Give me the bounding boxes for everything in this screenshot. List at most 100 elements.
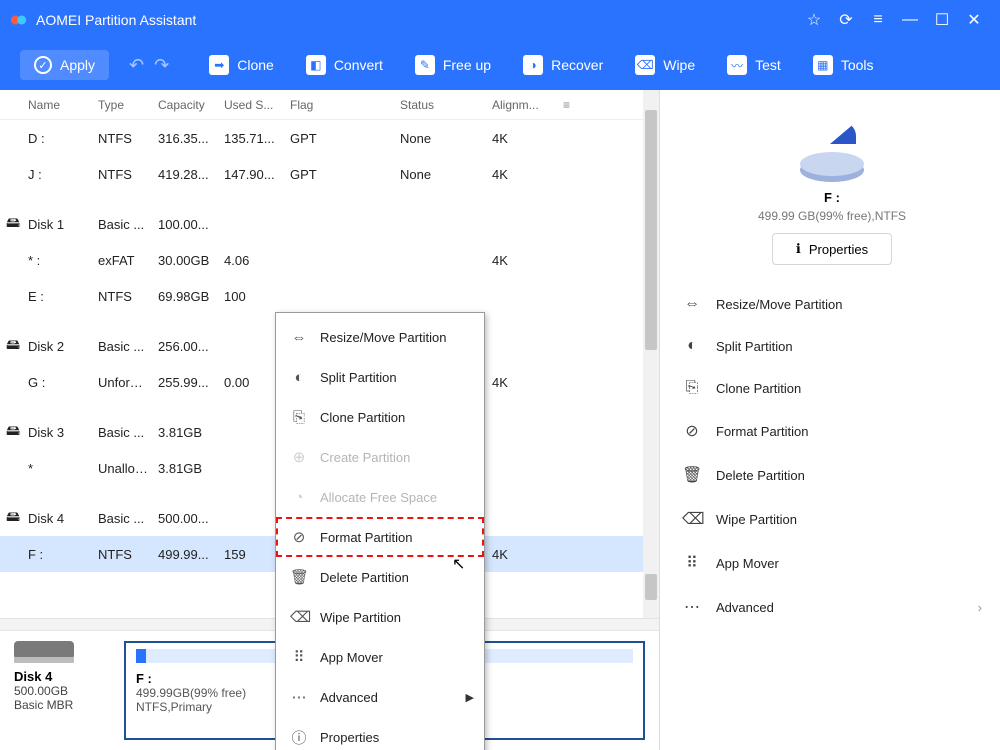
op-advanced[interactable]: ⋯Advanced›	[678, 585, 986, 629]
column-options-icon[interactable]: ≡	[550, 98, 574, 112]
op-appmover[interactable]: ⠿App Mover	[678, 541, 986, 585]
info-icon: ℹ	[796, 241, 801, 257]
chevron-right-icon: ›	[978, 600, 982, 615]
ctx-label: Wipe Partition	[320, 610, 401, 625]
clone-button[interactable]: ➡Clone	[209, 55, 274, 75]
ctx-appmover[interactable]: ⠿App Mover	[276, 637, 484, 677]
disk-icon: 🖴	[6, 506, 26, 530]
col-used[interactable]: Used S...	[220, 98, 286, 112]
cell-capacity: 499.99...	[154, 547, 220, 562]
cell-capacity: 30.00GB	[154, 253, 220, 268]
op-label: Advanced	[716, 600, 774, 615]
toolbar-label: Convert	[334, 57, 383, 73]
tools-icon: ▦	[813, 55, 833, 75]
selected-partition-subtitle: 499.99 GB(99% free),NTFS	[678, 209, 986, 223]
ctx-split[interactable]: ◐Split Partition	[276, 357, 484, 397]
partition-row[interactable]: D :NTFS316.35...135.71...GPTNone4K	[0, 120, 659, 156]
maximize-button[interactable]: ☐	[926, 4, 958, 36]
cell-used: 4.06	[220, 253, 286, 268]
op-label: Clone Partition	[716, 381, 801, 396]
advanced-icon: ⋯	[290, 688, 308, 706]
apply-button[interactable]: ✓ Apply	[20, 50, 109, 80]
ctx-delete[interactable]: 🗑 Delete Partition	[276, 557, 484, 597]
disk-row[interactable]: 🖴Disk 1Basic ...100.00...	[0, 206, 659, 242]
op-label: Format Partition	[716, 424, 808, 439]
col-name[interactable]: Name	[24, 98, 94, 112]
col-status[interactable]: Status	[396, 98, 488, 112]
ctx-label: Delete Partition	[320, 570, 409, 585]
ctx-advanced[interactable]: ⋯Advanced▶	[276, 677, 484, 717]
cell-capacity: 3.81GB	[154, 425, 220, 440]
cell-capacity: 316.35...	[154, 131, 220, 146]
hamburger-menu-icon[interactable]: ≡	[862, 4, 894, 36]
op-split[interactable]: ◐Split Partition	[678, 325, 986, 367]
op-resize[interactable]: ⇔Resize/Move Partition	[678, 283, 986, 325]
toolbar-label: Wipe	[663, 57, 695, 73]
op-delete[interactable]: 🗑Delete Partition	[678, 453, 986, 497]
cell-align: 4K	[488, 167, 550, 182]
cell-type: NTFS	[94, 131, 154, 146]
star-icon[interactable]: ☆	[798, 4, 830, 36]
freeup-button[interactable]: ✎Free up	[415, 55, 491, 75]
partition-row[interactable]: E :NTFS69.98GB100	[0, 278, 659, 314]
convert-button[interactable]: ◧Convert	[306, 55, 383, 75]
test-button[interactable]: 〰Test	[727, 55, 781, 75]
scrollbar-thumb[interactable]	[645, 110, 657, 350]
properties-button[interactable]: ℹ Properties	[772, 233, 892, 265]
ctx-label: Split Partition	[320, 370, 397, 385]
ctx-clone[interactable]: ⎘Clone Partition	[276, 397, 484, 437]
partition-row[interactable]: * :exFAT30.00GB4.064K	[0, 242, 659, 278]
ctx-label: Properties	[320, 730, 379, 745]
op-format[interactable]: ⊘Format Partition	[678, 409, 986, 453]
titlebar: AOMEI Partition Assistant ☆ ⟳ ≡ — ☐ ✕	[0, 0, 1000, 40]
wipe-button[interactable]: ⌫ Wipe	[635, 55, 695, 75]
allocate-icon: ◔	[290, 489, 308, 506]
recover-icon: ◑	[523, 55, 543, 75]
col-flag[interactable]: Flag	[286, 98, 396, 112]
wipe-icon: ⌫	[682, 509, 702, 529]
scrollbar-thumb-lower[interactable]	[645, 574, 657, 600]
disk-size: 500.00GB	[14, 684, 110, 698]
ctx-properties[interactable]: ⓘProperties	[276, 717, 484, 750]
delete-icon: 🗑	[290, 568, 308, 586]
col-capacity[interactable]: Capacity	[154, 98, 220, 112]
op-clone[interactable]: ⎘Clone Partition	[678, 367, 986, 409]
cell-name: D :	[24, 131, 94, 146]
recover-button[interactable]: ◑ Recover	[523, 55, 603, 75]
test-icon: 〰	[727, 55, 747, 75]
cell-align: 4K	[488, 547, 550, 562]
ctx-wipe[interactable]: ⌫ Wipe Partition	[276, 597, 484, 637]
col-align[interactable]: Alignm...	[488, 98, 550, 112]
ctx-allocate: ◔Allocate Free Space	[276, 477, 484, 517]
cell-type: NTFS	[94, 289, 154, 304]
op-wipe[interactable]: ⌫ Wipe Partition	[678, 497, 986, 541]
table-header: Name Type Capacity Used S... Flag Status…	[0, 90, 659, 120]
ctx-label: Clone Partition	[320, 410, 405, 425]
wipe-icon: ⌫	[290, 608, 308, 626]
cell-type: Unalloc...	[94, 461, 154, 476]
tools-button[interactable]: ▦ Tools	[813, 55, 874, 75]
wipe-icon: ⌫	[635, 55, 655, 75]
vertical-scrollbar[interactable]	[643, 90, 659, 618]
close-button[interactable]: ✕	[958, 4, 990, 36]
cell-capacity: 256.00...	[154, 339, 220, 354]
toolbar-label: Recover	[551, 57, 603, 73]
op-label: Wipe Partition	[716, 512, 797, 527]
disk-summary-card: Disk 4 500.00GB Basic MBR	[14, 641, 110, 740]
delete-icon: 🗑	[682, 465, 702, 485]
ctx-resize[interactable]: ⇔Resize/Move Partition	[276, 317, 484, 357]
refresh-icon[interactable]: ⟳	[830, 4, 862, 36]
toolbar-label: Tools	[841, 57, 874, 73]
redo-button[interactable]: ↷	[154, 55, 169, 76]
cell-type: Unform...	[94, 375, 154, 390]
ctx-format[interactable]: ⊘Format Partition	[276, 517, 484, 557]
undo-button[interactable]: ↶	[129, 55, 144, 76]
ctx-create: ⊕Create Partition	[276, 437, 484, 477]
disk-mode: Basic MBR	[14, 698, 110, 712]
minimize-button[interactable]: —	[894, 4, 926, 36]
disk-icon	[14, 641, 74, 663]
cell-name: * :	[24, 253, 94, 268]
cell-name: Disk 4	[24, 511, 94, 526]
partition-row[interactable]: J :NTFS419.28...147.90...GPTNone4K	[0, 156, 659, 192]
col-type[interactable]: Type	[94, 98, 154, 112]
